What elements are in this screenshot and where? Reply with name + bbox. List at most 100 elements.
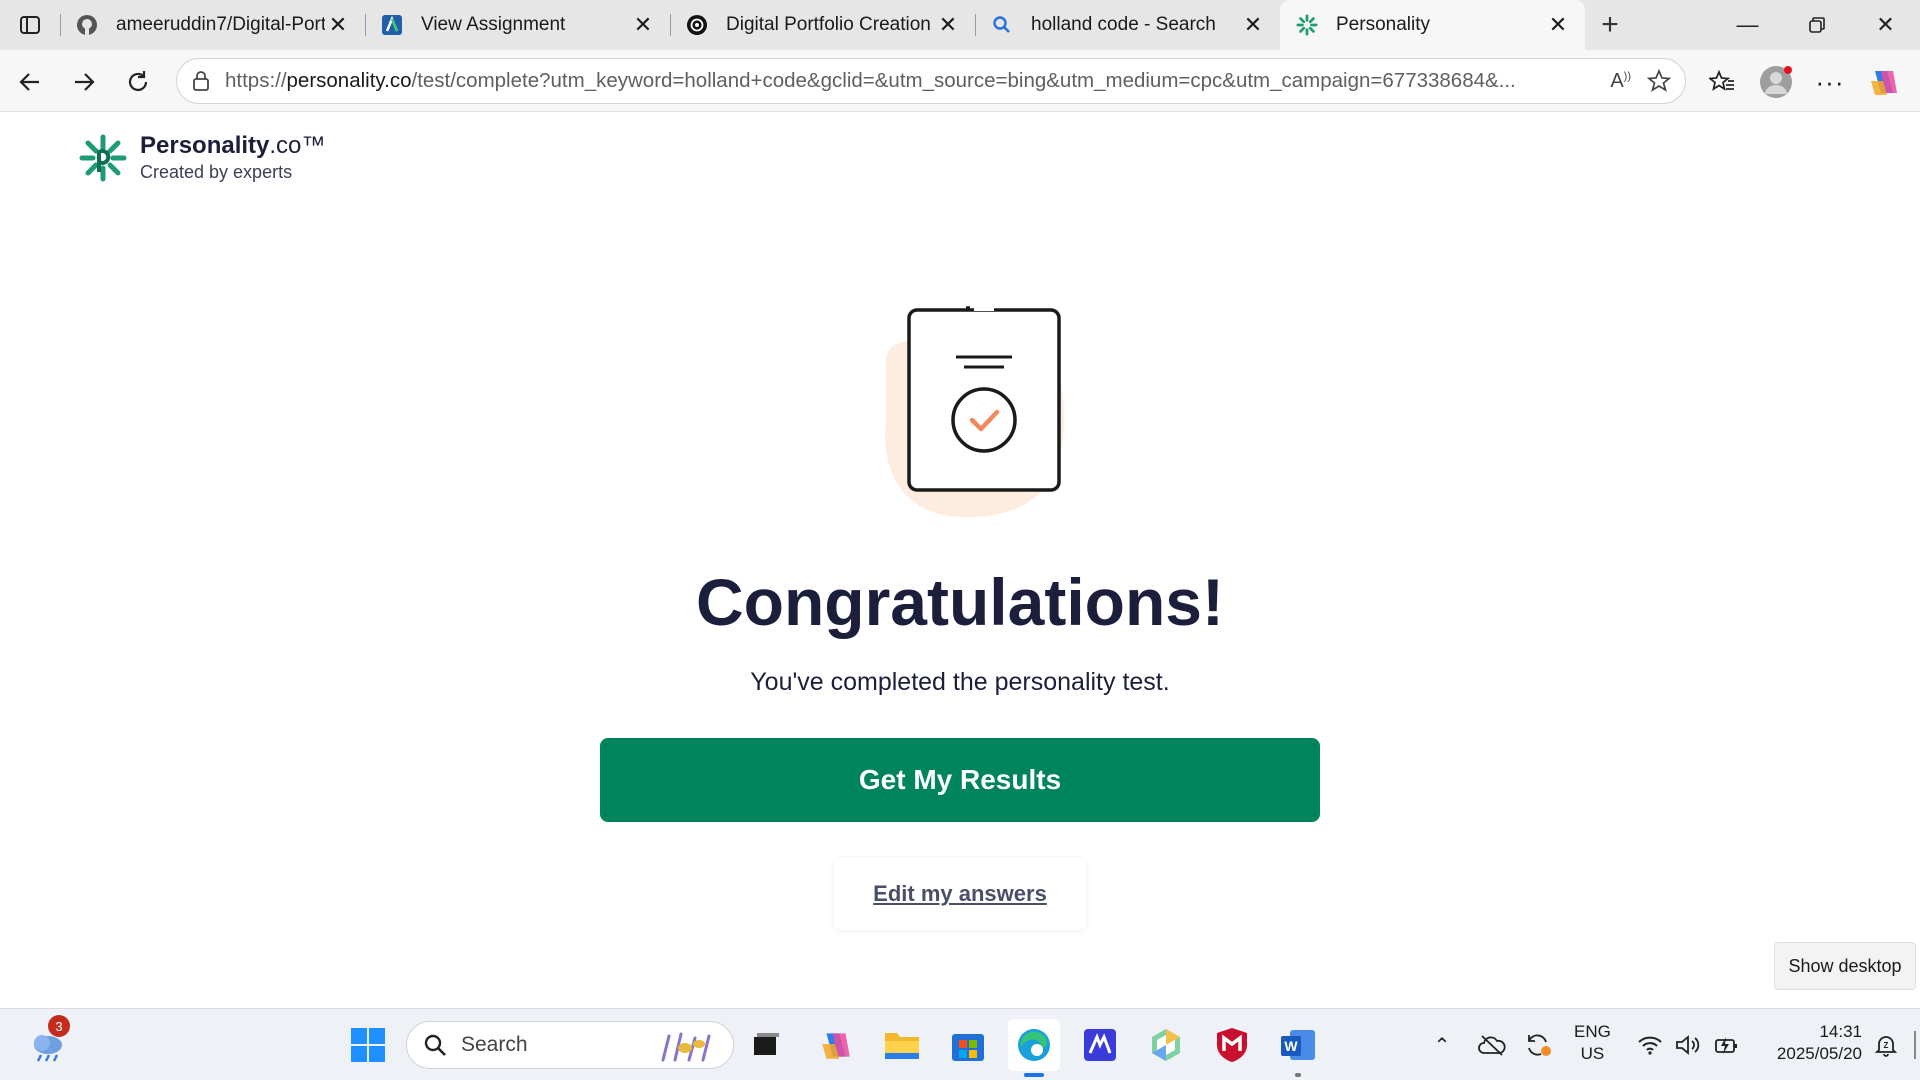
new-tab-button[interactable]: +: [1585, 0, 1635, 50]
refresh-icon: [128, 71, 148, 91]
edit-answers-link[interactable]: Edit my answers: [834, 858, 1086, 930]
close-icon[interactable]: ✕: [325, 12, 351, 38]
assignment-icon: [379, 12, 405, 38]
bell-icon: Z: [1874, 1036, 1898, 1057]
notifications-button[interactable]: Z: [1868, 1019, 1904, 1071]
tab-personality[interactable]: Personality ✕: [1280, 0, 1585, 50]
notification-badge: 3: [48, 1015, 70, 1037]
word-icon: W: [1281, 1030, 1315, 1060]
search-icon: [424, 1034, 446, 1056]
star-icon[interactable]: [1647, 69, 1671, 93]
personality-logo-icon: [1294, 12, 1320, 38]
app-button-hexagon[interactable]: [1140, 1019, 1192, 1071]
close-icon[interactable]: ✕: [1545, 12, 1571, 38]
get-results-button[interactable]: Get My Results: [600, 738, 1320, 822]
forward-button[interactable]: [62, 60, 106, 104]
tab-view-assignment[interactable]: View Assignment ✕: [365, 0, 670, 50]
hexagon-icon: [1152, 1029, 1180, 1061]
weather-widget[interactable]: 3: [22, 1015, 74, 1071]
sync-icon: [1528, 1034, 1551, 1056]
task-view-icon: [754, 1033, 779, 1055]
taskbar-search[interactable]: Search: [406, 1021, 734, 1069]
app-icon: [1084, 1029, 1116, 1061]
cloud-offline-icon: [1478, 1035, 1506, 1056]
search-icon: [989, 12, 1015, 38]
close-icon: ✕: [1876, 12, 1895, 37]
read-aloud-icon[interactable]: A)): [1610, 70, 1631, 93]
more-menu-button[interactable]: ···: [1808, 60, 1852, 104]
start-button[interactable]: [342, 1019, 394, 1071]
personality-logo-icon: [79, 134, 127, 181]
window-controls: — ✕: [1713, 0, 1920, 50]
clipboard-check-illustration: [885, 305, 1065, 518]
restore-button[interactable]: [1782, 0, 1851, 50]
back-button[interactable]: [8, 60, 52, 104]
tab-separator: [60, 14, 61, 36]
volume-button[interactable]: [1668, 1019, 1708, 1071]
more-icon: ···: [1815, 66, 1845, 97]
refresh-button[interactable]: [116, 60, 160, 104]
edge-icon: [1018, 1029, 1050, 1061]
copilot-taskbar-button[interactable]: [810, 1019, 862, 1071]
show-desktop-tooltip: Show desktop: [1774, 942, 1916, 990]
active-indicator: [1024, 1073, 1044, 1077]
arrow-left-icon: [19, 73, 39, 91]
close-icon[interactable]: ✕: [1240, 12, 1266, 38]
url-domain: personality.co: [286, 69, 412, 92]
running-indicator: [1295, 1073, 1301, 1077]
language-indicator[interactable]: ENG US: [1574, 1021, 1611, 1065]
word-button[interactable]: W: [1272, 1019, 1324, 1077]
tab-actions-button[interactable]: [0, 0, 60, 50]
file-explorer-button[interactable]: [876, 1019, 928, 1071]
edge-browser-button[interactable]: [1008, 1019, 1060, 1077]
chevron-up-icon: ⌃: [1433, 1034, 1451, 1057]
tab-digital-portfolio[interactable]: Digital Portfolio Creation ✕: [670, 0, 975, 50]
task-view-button[interactable]: [740, 1019, 792, 1071]
tab-label: holland code - Search: [1031, 14, 1216, 35]
tab-holland-search[interactable]: holland code - Search ✕: [975, 0, 1280, 50]
wifi-icon: [1638, 1036, 1662, 1055]
tab-label: Digital Portfolio Creation: [726, 14, 931, 35]
brand-name-suffix: .co™: [269, 132, 326, 159]
brand-tagline: Created by experts: [140, 162, 293, 182]
windows-icon: [351, 1028, 385, 1062]
battery-button[interactable]: [1706, 1019, 1746, 1071]
site-logo[interactable]: Personality.co™ Created by experts: [78, 132, 325, 183]
show-hidden-icons[interactable]: ⌃: [1420, 1019, 1464, 1071]
lock-icon: [193, 71, 209, 91]
sync-button[interactable]: [1516, 1019, 1560, 1071]
svg-text:Z: Z: [1884, 1041, 1889, 1050]
region-code: US: [1580, 1044, 1605, 1063]
wifi-button[interactable]: [1630, 1019, 1670, 1071]
url-bar[interactable]: https://personality.co/test/complete?utm…: [176, 58, 1686, 104]
url-path: /test/complete?utm_keyword=holland+code&…: [411, 69, 1516, 92]
show-desktop-button[interactable]: [1914, 1031, 1916, 1059]
minimize-button[interactable]: —: [1713, 0, 1782, 50]
page-title: Congratulations!: [696, 565, 1224, 639]
app-button-blue[interactable]: [1074, 1019, 1126, 1071]
brand-name-main: Personality: [140, 132, 270, 159]
profile-button[interactable]: [1754, 60, 1798, 104]
copilot-button[interactable]: [1862, 60, 1906, 104]
onedrive-button[interactable]: [1470, 1019, 1514, 1071]
svg-text:W: W: [1284, 1038, 1298, 1054]
restore-icon: [1808, 17, 1825, 33]
search-highlight-image: [655, 1028, 719, 1064]
page-viewport: Personality.co™ Created by experts Congr…: [6, 112, 1914, 1002]
store-button[interactable]: [942, 1019, 994, 1071]
minimize-icon: —: [1736, 12, 1759, 37]
avatar: [1760, 66, 1792, 98]
close-icon[interactable]: ✕: [935, 12, 961, 38]
copilot-icon: [1871, 71, 1897, 95]
mcafee-button[interactable]: [1206, 1019, 1258, 1071]
tab-separator: [365, 14, 366, 36]
close-window-button[interactable]: ✕: [1851, 0, 1920, 50]
sidebar-icon: [20, 16, 40, 34]
volume-icon: [1676, 1035, 1700, 1055]
page-subtitle: You've completed the personality test.: [750, 668, 1170, 696]
close-icon[interactable]: ✕: [630, 12, 656, 38]
tab-github[interactable]: ameeruddin7/Digital-Portfo ✕: [60, 0, 365, 50]
url-text[interactable]: https://personality.co/test/complete?utm…: [225, 69, 1598, 93]
system-clock[interactable]: 14:31 2025/05/20: [1777, 1021, 1862, 1065]
favorites-button[interactable]: [1700, 60, 1744, 104]
